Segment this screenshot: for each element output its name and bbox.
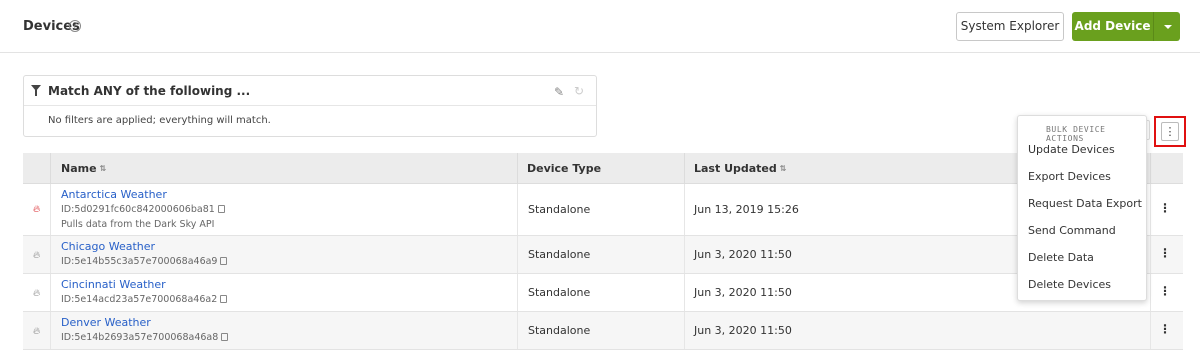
filter-title: Match ANY of the following ...	[48, 84, 251, 98]
device-status-icon: 🔥︎	[33, 326, 41, 337]
copy-icon[interactable]	[220, 295, 228, 303]
device-name-link[interactable]: Cincinnati Weather	[61, 278, 166, 291]
device-name-link[interactable]: Denver Weather	[61, 316, 151, 329]
device-type: Standalone	[528, 324, 591, 337]
filter-icon	[31, 85, 41, 96]
bulk-actions-highlight: ⋮	[1154, 116, 1186, 147]
menu-item-request-data-export[interactable]: Request Data Export	[1028, 197, 1142, 210]
device-type: Standalone	[528, 203, 591, 216]
table-header: Name ⇅ Device Type Last Updated ⇅	[23, 153, 1183, 184]
add-device-button[interactable]: Add Device	[1072, 12, 1153, 41]
menu-item-update-devices[interactable]: Update Devices	[1028, 143, 1115, 156]
question-circle-icon[interactable]: ?	[69, 20, 81, 32]
system-explorer-button[interactable]: System Explorer	[956, 12, 1064, 41]
device-name-link[interactable]: Chicago Weather	[61, 240, 155, 253]
table-row[interactable]: 🔥︎ Chicago Weather ID:5e14b55c3a57e70006…	[23, 236, 1183, 274]
column-name[interactable]: Name ⇅	[61, 162, 106, 175]
device-description: Pulls data from the Dark Sky API	[61, 219, 215, 230]
device-status-icon: 🔥︎	[33, 250, 41, 261]
copy-icon[interactable]	[217, 205, 225, 213]
device-last-updated: Jun 3, 2020 11:50	[694, 248, 792, 261]
column-device-type: Device Type	[527, 162, 602, 175]
filter-message: No filters are applied; everything will …	[48, 115, 271, 126]
device-status-icon: 🔥︎	[33, 288, 41, 299]
device-id: ID:5e14b55c3a57e700068a46a9	[61, 256, 228, 267]
row-actions-kebab-icon[interactable]: ⋮	[1159, 322, 1171, 336]
sort-icon[interactable]: ⇅	[100, 164, 107, 173]
refresh-icon[interactable]: ↻	[574, 84, 584, 98]
filter-panel: Match ANY of the following ... ✎ ↻ No fi…	[23, 75, 597, 137]
filter-header: Match ANY of the following ... ✎ ↻	[24, 76, 596, 106]
copy-icon[interactable]	[220, 257, 228, 265]
device-last-updated: Jun 3, 2020 11:50	[694, 286, 792, 299]
table-row[interactable]: 🔥︎ Antarctica Weather ID:5d0291fc60c8420…	[23, 184, 1183, 236]
row-actions-kebab-icon[interactable]: ⋮	[1159, 246, 1171, 260]
row-actions-kebab-icon[interactable]: ⋮	[1159, 201, 1171, 215]
device-id: ID:5e14b2693a57e700068a46a8	[61, 332, 229, 343]
device-id: ID:5d0291fc60c842000606ba81	[61, 204, 225, 215]
menu-item-export-devices[interactable]: Export Devices	[1028, 170, 1111, 183]
device-status-icon: 🔥︎	[33, 204, 41, 215]
menu-item-delete-data[interactable]: Delete Data	[1028, 251, 1094, 264]
row-actions-kebab-icon[interactable]: ⋮	[1159, 284, 1171, 298]
bulk-actions-menu: BULK DEVICE ACTIONS Update Devices Expor…	[1017, 115, 1147, 301]
table-row[interactable]: 🔥︎ Denver Weather ID:5e14b2693a57e700068…	[23, 312, 1183, 350]
device-type: Standalone	[528, 286, 591, 299]
top-bar: Devices ? System Explorer Add Device	[0, 0, 1200, 53]
menu-item-delete-devices[interactable]: Delete Devices	[1028, 278, 1111, 291]
sort-icon[interactable]: ⇅	[780, 164, 787, 173]
bulk-actions-menu-header: BULK DEVICE ACTIONS	[1046, 125, 1106, 143]
copy-icon[interactable]	[221, 333, 229, 341]
bulk-actions-kebab-icon[interactable]: ⋮	[1161, 122, 1179, 141]
device-id: ID:5e14acd23a57e700068a46a2	[61, 294, 228, 305]
menu-item-send-command[interactable]: Send Command	[1028, 224, 1116, 237]
add-device-dropdown-icon[interactable]	[1153, 12, 1180, 41]
device-last-updated: Jun 3, 2020 11:50	[694, 324, 792, 337]
column-last-updated[interactable]: Last Updated ⇅	[694, 162, 786, 175]
device-last-updated: Jun 13, 2019 15:26	[694, 203, 799, 216]
device-type: Standalone	[528, 248, 591, 261]
edit-filter-icon[interactable]: ✎	[554, 85, 564, 99]
device-name-link[interactable]: Antarctica Weather	[61, 188, 167, 201]
table-row[interactable]: 🔥︎ Cincinnati Weather ID:5e14acd23a57e70…	[23, 274, 1183, 312]
